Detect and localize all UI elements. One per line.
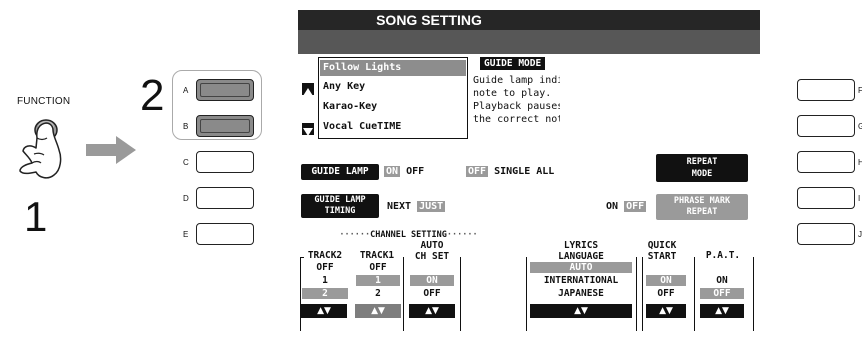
guide-lamp-off: OFF [406,166,425,177]
guide-mode-list: Follow Lights Any Key Karao-Key Vocal Cu… [318,57,468,139]
button-g-letter: G [858,122,862,131]
auto-ch-set-head-line1: AUTO [420,240,444,251]
guide-mode-label: GUIDE MODE [480,57,546,70]
guide-lamp-timing-line2: TIMING [324,206,356,216]
auto-ch-set-on[interactable]: ON [410,275,454,286]
button-c-letter: C [183,158,189,167]
button-e[interactable] [196,223,254,245]
phrase-mark-repeat-line2: REPEAT [686,207,718,217]
lyrics-language-head-line1: LYRICS [563,240,599,251]
button-d[interactable] [196,187,254,209]
track1-off[interactable]: OFF [356,262,400,273]
button-e-letter: E [183,230,189,239]
timing-next: NEXT [387,201,412,212]
pat-arrows[interactable]: ▲▼ [700,304,744,318]
guide-lamp-on: ON [384,166,401,177]
lyrics-language-international[interactable]: INTERNATIONAL [530,275,632,286]
quick-start-head-line2: START [647,251,677,262]
screen-title: SONG SETTING [298,10,560,30]
lyrics-language-auto[interactable]: AUTO [530,262,632,273]
guide-lamp-timing-button[interactable]: GUIDE LAMP TIMING [301,194,379,218]
track1-1[interactable]: 1 [356,275,400,286]
title-subbar [298,30,560,54]
auto-ch-set-head: AUTO CH SET [404,240,460,262]
lcd-screen: SONG SETTING Follow Lights Any Key Karao… [298,10,560,345]
guide-mode-karao-key[interactable]: Karao-Key [323,99,377,115]
song-setting-panel: Follow Lights Any Key Karao-Key Vocal Cu… [298,54,560,345]
button-c[interactable] [196,151,254,173]
button-a[interactable] [196,79,254,101]
track2-off[interactable]: OFF [302,262,348,273]
quick-start-head: QUICK START [640,240,684,262]
phrase-mark-repeat-button[interactable]: PHRASE MARK REPEAT [656,194,748,220]
auto-ch-set-arrows[interactable]: ▲▼ [409,304,455,318]
pat-head: P.A.T. [705,250,741,261]
lyrics-language-japanese[interactable]: JAPANESE [530,288,632,299]
function-label: FUNCTION [17,96,71,107]
button-d-letter: D [183,194,189,203]
track2-1[interactable]: 1 [302,275,348,286]
description-line-2: note to play. [473,88,552,99]
button-j-letter: J [858,230,862,239]
arrow-right-icon [86,136,136,164]
guide-mode-vocal-cuetime[interactable]: Vocal CueTIME [323,119,401,135]
auto-ch-set-head-line2: CH SET [414,251,450,262]
scroll-down-icon[interactable] [302,123,314,136]
hand-pressing-icon [19,119,62,179]
pat-on[interactable]: ON [700,275,744,286]
repeat-mode-line2: MODE [691,169,713,179]
phrase-mark-repeat-line1: PHRASE MARK [673,196,731,206]
button-h-letter: H [858,158,862,167]
track1-arrows[interactable]: ▲▼ [355,304,401,318]
button-g[interactable] [797,115,855,137]
guide-lamp-toggle[interactable]: ON OFF [384,166,424,177]
description-line-4: the correct note. [473,114,560,125]
scroll-up-icon[interactable] [302,83,314,96]
phrase-mark-on: ON [606,201,619,212]
description-line-1: Guide lamp indicates the next [473,75,560,86]
channel-setting-label: CHANNEL SETTING [370,230,447,240]
timing-just: JUST [417,201,446,212]
channel-setting-heading: ······CHANNEL SETTING······ [339,230,478,240]
repeat-options: OFF SINGLE ALL RANDOM [466,166,560,177]
quick-start-on[interactable]: ON [646,275,686,286]
repeat-options-text: SINGLE ALL RANDOM [494,166,560,177]
quick-start-head-line1: QUICK [647,240,677,251]
lyrics-language-arrows[interactable]: ▲▼ [530,304,632,318]
track1-head: TRACK1 [359,250,395,261]
button-i-letter: I [858,194,861,203]
repeat-mode-button[interactable]: REPEAT MODE [656,154,748,182]
pat-off[interactable]: OFF [700,288,744,299]
button-i[interactable] [797,187,855,209]
step-2-number: 2 [140,71,165,120]
guide-description: Guide lamp indicates the next note to pl… [473,74,560,126]
description-line-3: Playback pauses until you play [473,101,560,112]
track2-2[interactable]: 2 [302,288,348,299]
quick-start-arrows[interactable]: ▲▼ [646,304,686,318]
button-f[interactable] [797,79,855,101]
step-1-number: 1 [24,193,48,240]
phrase-mark-off: OFF [624,201,647,212]
guide-lamp-button[interactable]: GUIDE LAMP [301,164,379,180]
button-f-letter: F [858,86,862,95]
guide-lamp-timing-line1: GUIDE LAMP [314,195,366,205]
phrase-mark-toggle[interactable]: ON OFF [606,201,647,212]
timing-toggle[interactable]: NEXT JUST [387,201,446,212]
track2-arrows[interactable]: ▲▼ [301,304,347,318]
quick-start-off[interactable]: OFF [646,288,686,299]
repeat-mode-line1: REPEAT [686,157,718,167]
button-j[interactable] [797,223,855,245]
lyrics-language-head-line2: LANGUAGE [558,251,604,262]
button-b-letter: B [183,122,189,131]
track1-2[interactable]: 2 [356,288,400,299]
repeat-off: OFF [466,166,489,177]
button-b[interactable] [196,115,254,137]
auto-ch-set-off[interactable]: OFF [410,288,454,299]
lyrics-language-head: LYRICS LANGUAGE [524,240,638,262]
guide-mode-any-key[interactable]: Any Key [323,79,365,95]
guide-mode-follow-lights[interactable]: Follow Lights [320,60,466,76]
button-h[interactable] [797,151,855,173]
track2-head: TRACK2 [307,250,343,261]
button-a-letter: A [183,86,189,95]
